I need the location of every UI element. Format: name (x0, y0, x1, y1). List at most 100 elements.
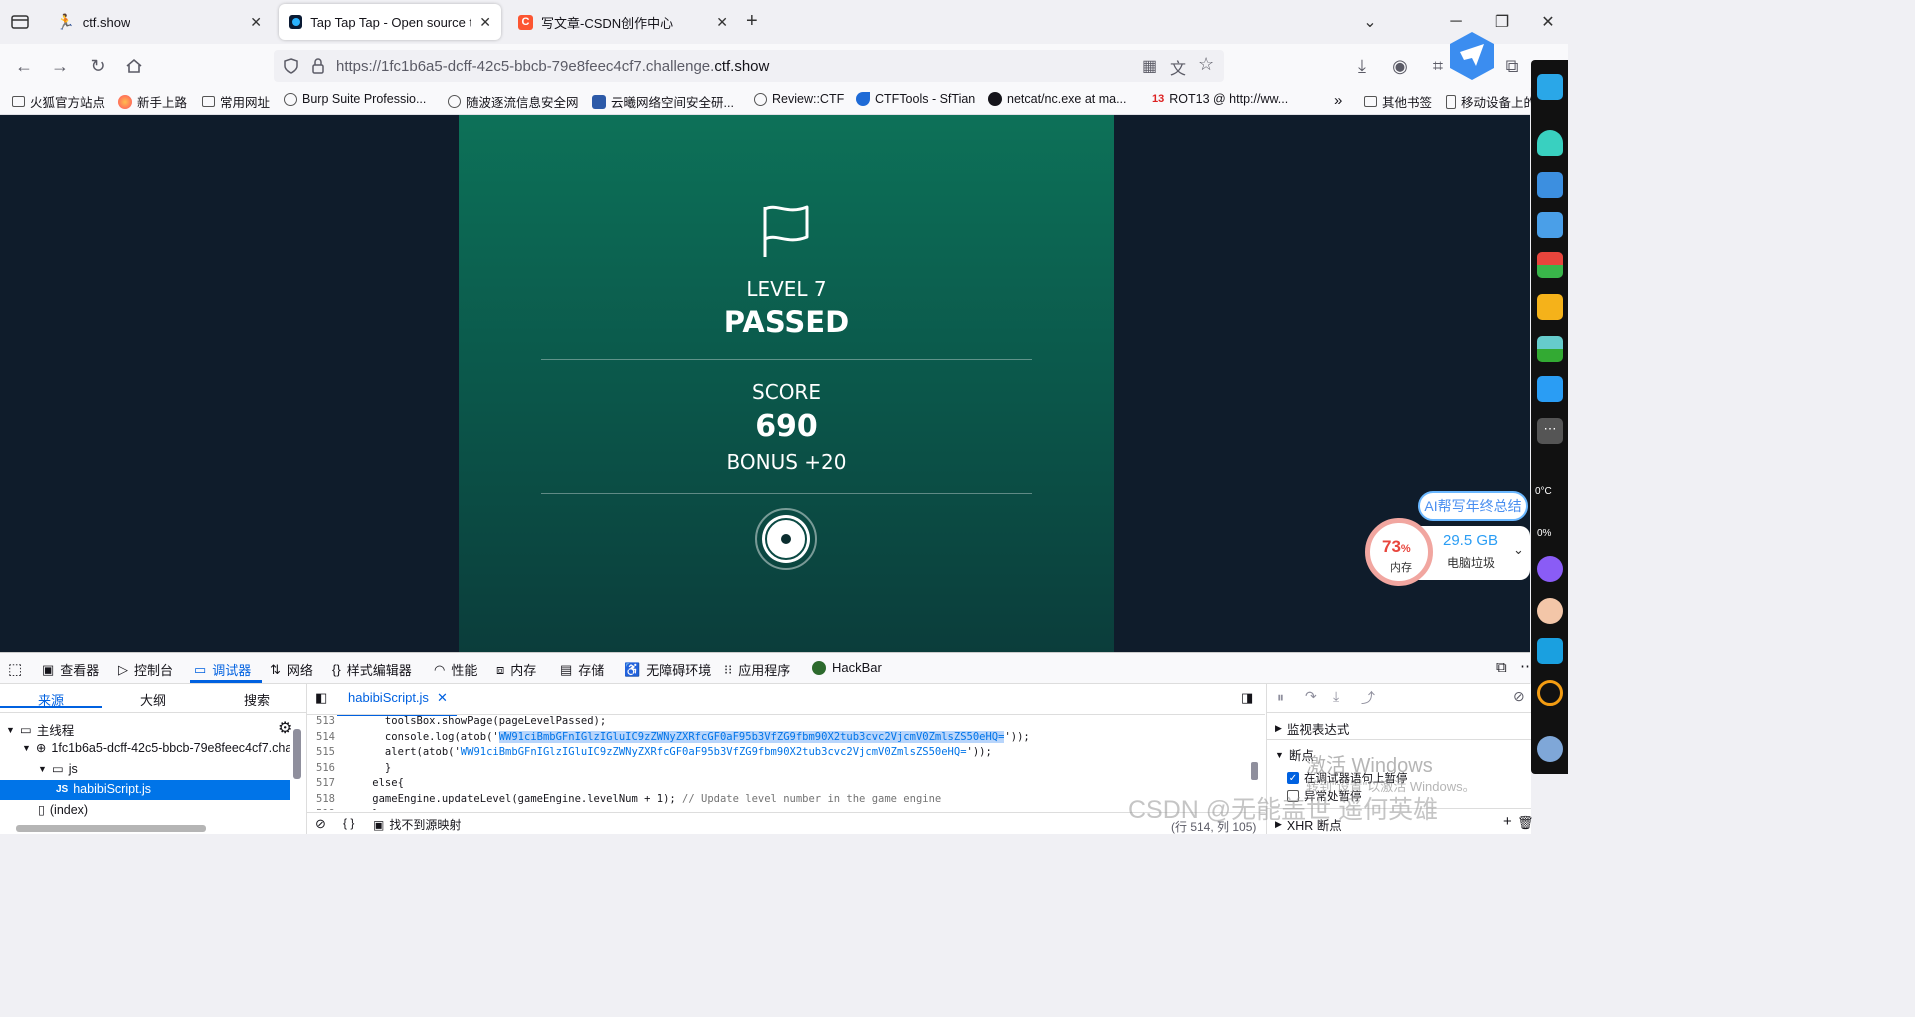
bookmark-item[interactable]: 常用网址 (202, 92, 270, 111)
shield-icon[interactable] (282, 57, 300, 75)
bird-app-icon[interactable] (1446, 30, 1498, 82)
shortcut-icon[interactable] (1537, 172, 1563, 198)
bookmark-item[interactable]: CTFTools - SfTian (856, 92, 975, 106)
watch-expressions-section[interactable]: ▶ 监视表达式 (1275, 719, 1349, 738)
tab-console[interactable]: ▷ 控制台 (118, 660, 173, 679)
reload-icon[interactable]: ↻ (84, 52, 112, 80)
url-bar[interactable]: https://1fc1b6a5-dcff-42c5-bbcb-79e8feec… (274, 50, 1224, 82)
tab-performance[interactable]: ◠ 性能 (434, 660, 477, 679)
blackbox-icon[interactable]: ⊘ (315, 816, 326, 832)
back-arrow-icon[interactable]: ← (10, 52, 38, 80)
bookmark-item[interactable]: Burp Suite Professio... (284, 92, 426, 106)
qr-code-icon[interactable]: ▦ (1142, 56, 1157, 76)
eye-icon[interactable] (1537, 638, 1563, 664)
bookmark-mobile[interactable]: 移动设备上的 (1446, 92, 1536, 111)
new-tab-button[interactable]: + (746, 10, 758, 33)
tab-ctfshow[interactable]: 🏃 ctf.show ✕ (46, 4, 272, 40)
code-line[interactable]: } (347, 762, 391, 774)
tab-hackbar[interactable]: HackBar (812, 660, 882, 675)
checkbox-checked[interactable]: ✓ (1287, 772, 1299, 784)
add-icon[interactable]: + (1503, 813, 1512, 830)
tab-inspector[interactable]: ▣ 查看器 (42, 660, 99, 679)
tree-main-thread[interactable]: ▼ ▭ 主线程 (6, 720, 74, 739)
user-icon[interactable] (1537, 130, 1563, 156)
tab-list-icon[interactable] (10, 12, 30, 32)
step-over-icon[interactable]: ↷ (1305, 688, 1317, 705)
step-out-icon[interactable]: ⤴ (1361, 688, 1375, 708)
next-level-button[interactable] (754, 507, 818, 571)
tab-accessibility[interactable]: ♿ 无障碍环境 (624, 660, 711, 679)
extensions-icon[interactable]: ⧉ (1498, 52, 1526, 80)
document-icon[interactable] (1537, 212, 1563, 238)
tab-application[interactable]: ⁝⁝ 应用程序 (724, 660, 790, 679)
avatar-icon[interactable] (1537, 598, 1563, 624)
bookmark-item[interactable]: netcat/nc.exe at ma... (988, 92, 1127, 106)
bookmark-other[interactable]: 其他书签 (1364, 92, 1432, 111)
close-editor-tab-icon[interactable]: ✕ (437, 690, 448, 706)
tab-taptaptap[interactable]: Tap Tap Tap - Open source ta ✕ (279, 4, 501, 40)
line-number[interactable]: 518 (307, 793, 335, 805)
bookmark-item[interactable]: 随波逐流信息安全网 (448, 92, 579, 111)
code-line[interactable]: alert(atob('WW91ciBmbGFnIGlzIGluIC9zZWNy… (347, 746, 992, 758)
bookmark-star-icon[interactable]: ☆ (1198, 54, 1214, 75)
close-tab-icon[interactable]: ✕ (479, 14, 491, 31)
line-number[interactable]: 517 (307, 777, 335, 789)
code-line[interactable]: gameEngine.updateLevel(gameEngine.levelN… (347, 793, 941, 805)
memory-widget[interactable]: 29.5 GB 电脑垃圾 ⌄ 73% 内存 (1365, 518, 1530, 586)
bookmark-item[interactable]: 火狐官方站点 (12, 92, 105, 111)
more-icon[interactable]: ⋯ (1537, 418, 1563, 444)
home-icon[interactable] (120, 52, 148, 80)
bookmarks-overflow-button[interactable]: » (1334, 92, 1342, 109)
monitor-icon[interactable] (1537, 74, 1563, 100)
line-number[interactable]: 516 (307, 762, 335, 774)
step-in-icon[interactable]: ⤓ (1333, 688, 1339, 705)
forward-arrow-icon[interactable]: → (46, 52, 74, 80)
tab-memory[interactable]: ⧈ 内存 (496, 660, 536, 679)
close-window-button[interactable]: ✕ (1536, 10, 1560, 34)
bookmark-item[interactable]: 云曦网络空间安全研... (592, 92, 734, 111)
line-number[interactable]: 514 (307, 731, 335, 743)
tab-search[interactable]: 搜索 (244, 690, 270, 709)
dock-layout-icon[interactable]: ⧉ (1496, 659, 1507, 676)
translate-icon[interactable]: 文 (1170, 55, 1186, 79)
vertical-scrollbar[interactable] (293, 729, 301, 779)
folder-icon[interactable] (1537, 294, 1563, 320)
tree-folder-js[interactable]: ▼ ▭ js (38, 761, 78, 777)
tab-csdn[interactable]: C 写文章-CSDN创作中心 ✕ (508, 4, 738, 40)
horizontal-scrollbar[interactable] (16, 825, 206, 832)
pretty-print-icon[interactable]: { } (343, 816, 354, 830)
download-icon[interactable]: ⤓ (1348, 52, 1376, 80)
video-icon[interactable] (1537, 376, 1563, 402)
tab-overflow-chevron-icon[interactable]: ⌄ (1358, 10, 1382, 34)
deactivate-breakpoints-icon[interactable]: ⊘ (1513, 688, 1525, 705)
account-icon[interactable]: ◉ (1386, 52, 1414, 80)
memory-gauge[interactable]: 73% 内存 (1365, 518, 1433, 586)
search-icon[interactable] (1537, 680, 1563, 706)
line-number[interactable]: 519 (307, 808, 335, 810)
lock-icon[interactable] (310, 57, 326, 75)
code-line[interactable]: } (347, 808, 378, 810)
editor-scrollbar[interactable] (1251, 762, 1258, 780)
code-line[interactable]: toolsBox.showPage(pageLevelPassed); (347, 715, 606, 727)
close-tab-icon[interactable]: ✕ (250, 14, 262, 31)
element-picker-icon[interactable]: ⬚ (8, 660, 22, 678)
bookmark-item[interactable]: Review::CTF (754, 92, 844, 106)
tab-storage[interactable]: ▤ 存储 (560, 660, 604, 679)
ai-year-summary-button[interactable]: AI帮写年终总结 (1418, 491, 1528, 521)
archive-icon[interactable] (1537, 252, 1563, 278)
settings-gear-icon[interactable] (1537, 736, 1563, 762)
toggle-sidebar-icon[interactable]: ◧ (315, 690, 327, 706)
tree-file-habibiscript[interactable]: JS habibiScript.js (56, 782, 151, 796)
code-line[interactable]: console.log(atob('WW91ciBmbGFnIGlzIGluIC… (347, 730, 1030, 743)
tab-outline[interactable]: 大纲 (140, 690, 166, 709)
tab-style-editor[interactable]: {} 样式编辑器 (332, 660, 412, 679)
bookmark-item[interactable]: 13 ROT13 @ http://ww... (1152, 92, 1288, 106)
source-map-status[interactable]: ▣ 找不到源映射 (373, 816, 461, 833)
toggle-right-pane-icon[interactable]: ◨ (1241, 690, 1253, 706)
trash-icon[interactable]: 🗑 (1517, 815, 1534, 831)
line-number[interactable]: 513 (307, 715, 335, 727)
tree-host[interactable]: ▼ ⊕ 1fc1b6a5-dcff-42c5-bbcb-79e8feec4cf7.c… (22, 740, 290, 756)
close-tab-icon[interactable]: ✕ (716, 14, 728, 31)
image-icon[interactable] (1537, 336, 1563, 362)
tab-debugger[interactable]: ▭ 调试器 (194, 660, 251, 679)
